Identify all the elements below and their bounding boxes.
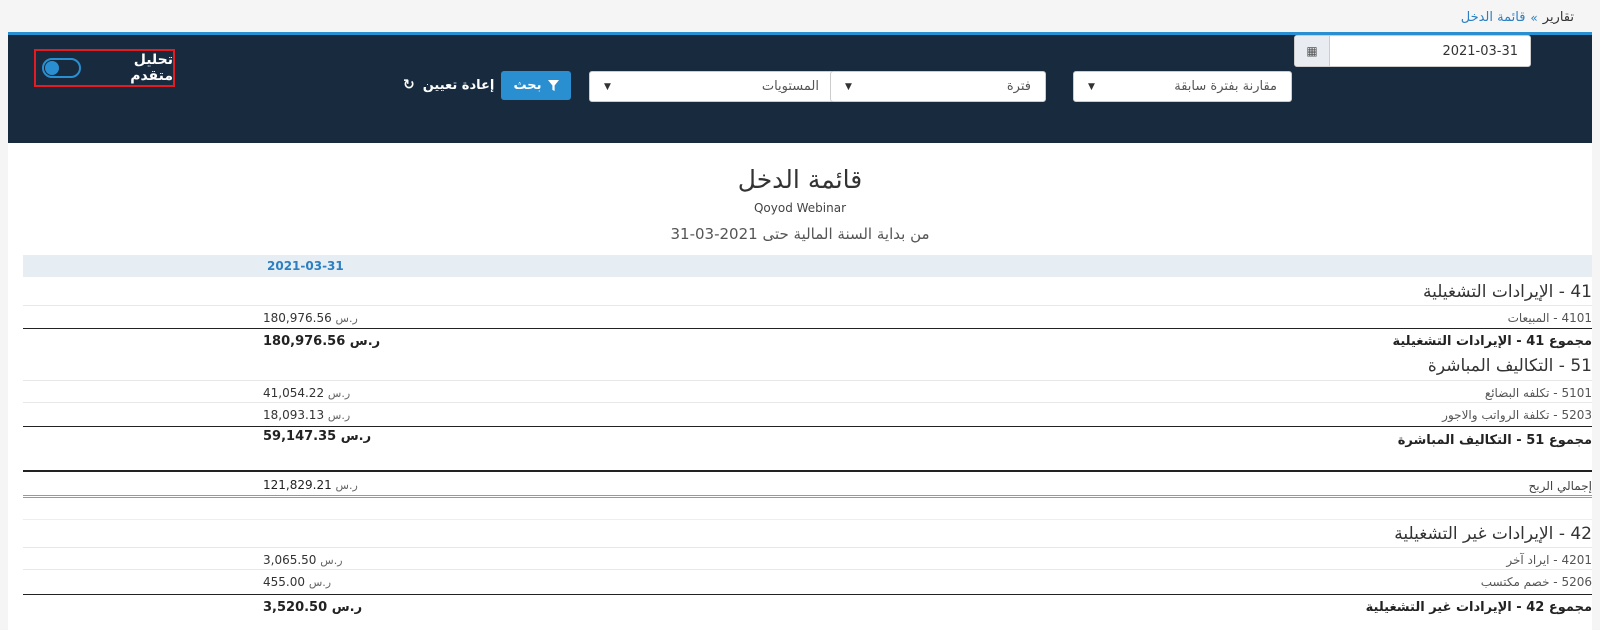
date-field[interactable]: ▦ 2021-03-31 [1294, 35, 1531, 67]
comparison-select[interactable]: مقارنة بفترة سابقة ▼ [1073, 71, 1292, 102]
table-row: 4201 - ايراد آخر ر.س 3,065.50 [23, 547, 1592, 570]
table-row: 5101 - تكلفه البضائع ر.س 41,054.22 [23, 380, 1592, 403]
breadcrumb-separator: » [1530, 10, 1538, 25]
chevron-down-icon: ▼ [604, 81, 611, 92]
section-title: 51 - التكاليف المباشرة [1427, 356, 1592, 376]
section-title: 41 - الإيرادات التشغيلية [1423, 282, 1592, 302]
total-label: مجموع 41 - الإيرادات التشغيلية [1392, 334, 1592, 349]
chevron-down-icon: ▼ [1088, 81, 1095, 92]
total-amount: ر.س 3,520.50 [263, 600, 363, 615]
total-amount: ر.س 59,147.35 [263, 429, 372, 444]
chevron-down-icon: ▼ [845, 81, 852, 92]
search-button[interactable]: بحث [501, 71, 571, 100]
account-amount: ر.س 455.00 [263, 575, 332, 589]
total-label: مجموع 51 - التكاليف المباشرة [1397, 433, 1592, 448]
account-amount: ر.س 3,065.50 [263, 553, 343, 567]
column-date: 2021-03-31 [267, 259, 344, 273]
gross-profit-label: إجمالي الربح [1528, 479, 1592, 493]
calendar-icon[interactable]: ▦ [1295, 36, 1330, 66]
total-row: مجموع 42 - الإيرادات غير التشغيلية ر.س 3… [23, 594, 1592, 619]
breadcrumb-current[interactable]: قائمة الدخل [1461, 10, 1526, 25]
comparison-value: مقارنة بفترة سابقة [1174, 79, 1277, 94]
section-title-row: 41 - الإيرادات التشغيلية [23, 280, 1592, 304]
toggle-switch[interactable] [42, 58, 82, 78]
account-amount: ر.س 180,976.56 [263, 311, 358, 325]
account-label[interactable]: 5206 - خصم مكتسب [1481, 575, 1592, 589]
total-row: مجموع 41 - الإيرادات التشغيلية ر.س 180,9… [23, 328, 1592, 353]
section-title: 42 - الإيرادات غير التشغيلية [1394, 524, 1592, 544]
toggle-knob [45, 61, 59, 75]
report-period: من بداية السنة المالية حتى 2021-03-31 [670, 225, 930, 243]
gross-profit-row: إجمالي الربح ر.س 121,829.21 [23, 470, 1592, 498]
breadcrumb: تقارير » قائمة الدخل [1461, 10, 1574, 25]
period-select[interactable]: فترة ▼ [830, 71, 1046, 102]
reset-button[interactable]: إعادة تعيين ↻ [403, 77, 494, 93]
gross-profit-amount: ر.س 121,829.21 [263, 478, 358, 492]
account-amount: ر.س 18,093.13 [263, 408, 351, 422]
section-title-row: 51 - التكاليف المباشرة [23, 354, 1592, 378]
total-row: مجموع 51 - التكاليف المباشرة ر.س 59,147.… [23, 426, 1592, 451]
advanced-analysis-toggle[interactable]: تحليل متقدم [34, 49, 175, 87]
report-title: قائمة الدخل [737, 165, 863, 194]
levels-select[interactable]: المستويات ▼ [589, 71, 834, 102]
account-label[interactable]: 4101 - المبيعات [1508, 311, 1592, 325]
company-name: Qoyod Webinar [753, 201, 847, 215]
table-row: 5206 - خصم مكتسب ر.س 455.00 [23, 569, 1592, 592]
total-amount: ر.س 180,976.56 [263, 334, 381, 349]
account-label[interactable]: 4201 - ايراد آخر [1506, 553, 1592, 567]
account-label[interactable]: 5203 - تكلفة الرواتب والاجور [1442, 408, 1592, 422]
date-value: 2021-03-31 [1442, 43, 1518, 59]
levels-value: المستويات [761, 79, 819, 94]
table-row: 5203 - تكلفة الرواتب والاجور ر.س 18,093.… [23, 402, 1592, 425]
section-title-row: 42 - الإيرادات غير التشغيلية [23, 519, 1592, 546]
column-header: 2021-03-31 [23, 255, 1592, 277]
table-row: 4101 - المبيعات ر.س 180,976.56 [23, 305, 1592, 328]
reset-icon: ↻ [403, 77, 415, 93]
income-statement-report: قائمة الدخل Qoyod Webinar من بداية السنة… [8, 143, 1592, 630]
account-label[interactable]: 5101 - تكلفه البضائع [1485, 386, 1592, 400]
breadcrumb-parent[interactable]: تقارير [1543, 10, 1574, 25]
filter-icon [547, 80, 559, 91]
account-amount: ر.س 41,054.22 [263, 386, 351, 400]
period-value: فترة [1006, 79, 1031, 94]
reset-label: إعادة تعيين [422, 77, 495, 93]
search-label: بحث [513, 78, 542, 93]
advanced-analysis-label: تحليل متقدم [130, 52, 173, 84]
total-label: مجموع 42 - الإيرادات غير التشغيلية [1365, 600, 1592, 615]
